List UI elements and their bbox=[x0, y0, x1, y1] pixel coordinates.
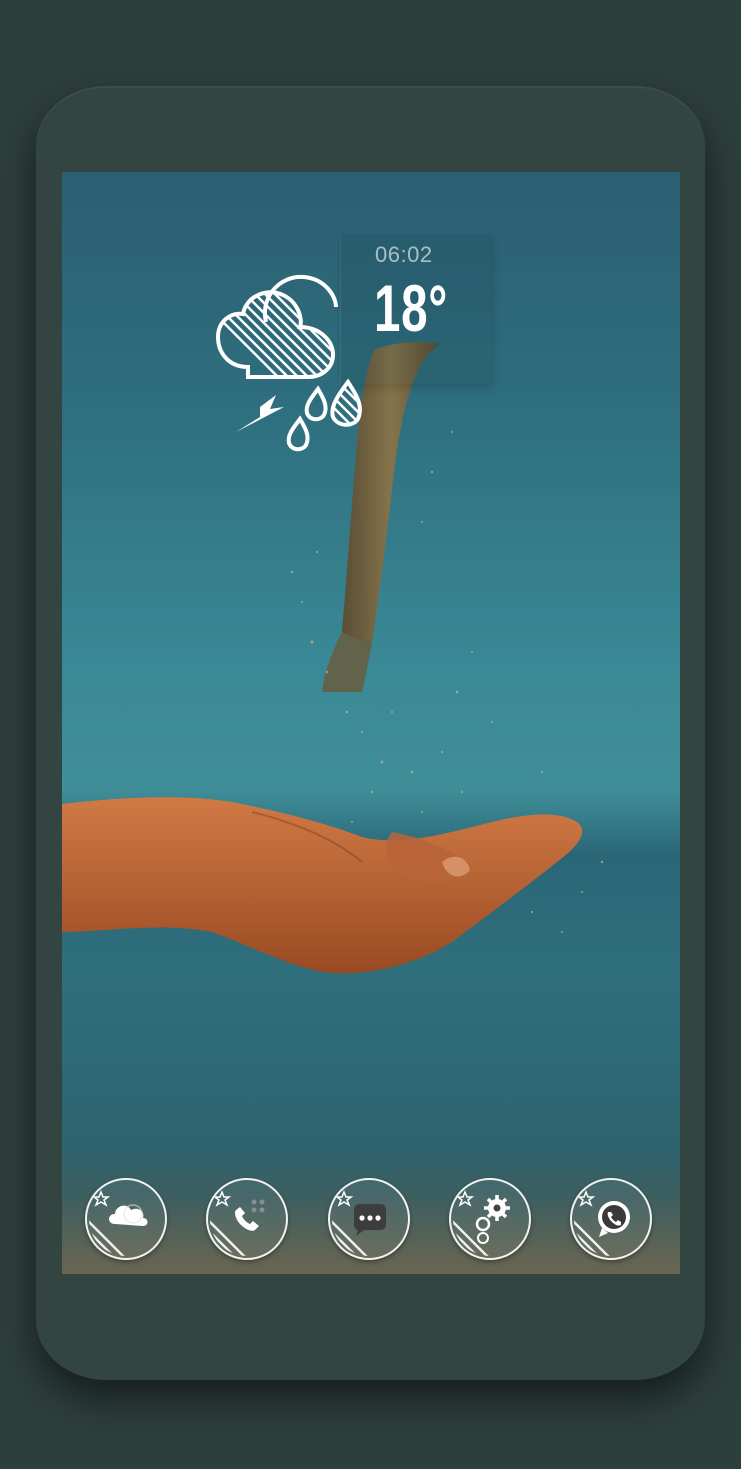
temperature-reading: 18° bbox=[374, 271, 449, 345]
settings-app-icon[interactable] bbox=[449, 1178, 531, 1260]
phone-app-icon[interactable] bbox=[206, 1178, 288, 1260]
weather-app-icon[interactable] bbox=[85, 1178, 167, 1260]
app-dock bbox=[62, 1175, 680, 1265]
messages-app-icon[interactable] bbox=[328, 1178, 410, 1260]
whatsapp-icon bbox=[574, 1189, 630, 1256]
gears-icon bbox=[453, 1189, 510, 1256]
cloud-icon bbox=[89, 1189, 148, 1256]
home-screen: 06:02 18° bbox=[62, 172, 680, 1274]
whatsapp-app-icon[interactable] bbox=[570, 1178, 652, 1260]
thunderstorm-rain-icon bbox=[215, 274, 362, 452]
clock-time: 06:02 bbox=[375, 242, 433, 267]
phone-icon bbox=[210, 1189, 265, 1256]
chat-bubble-icon bbox=[332, 1189, 386, 1256]
